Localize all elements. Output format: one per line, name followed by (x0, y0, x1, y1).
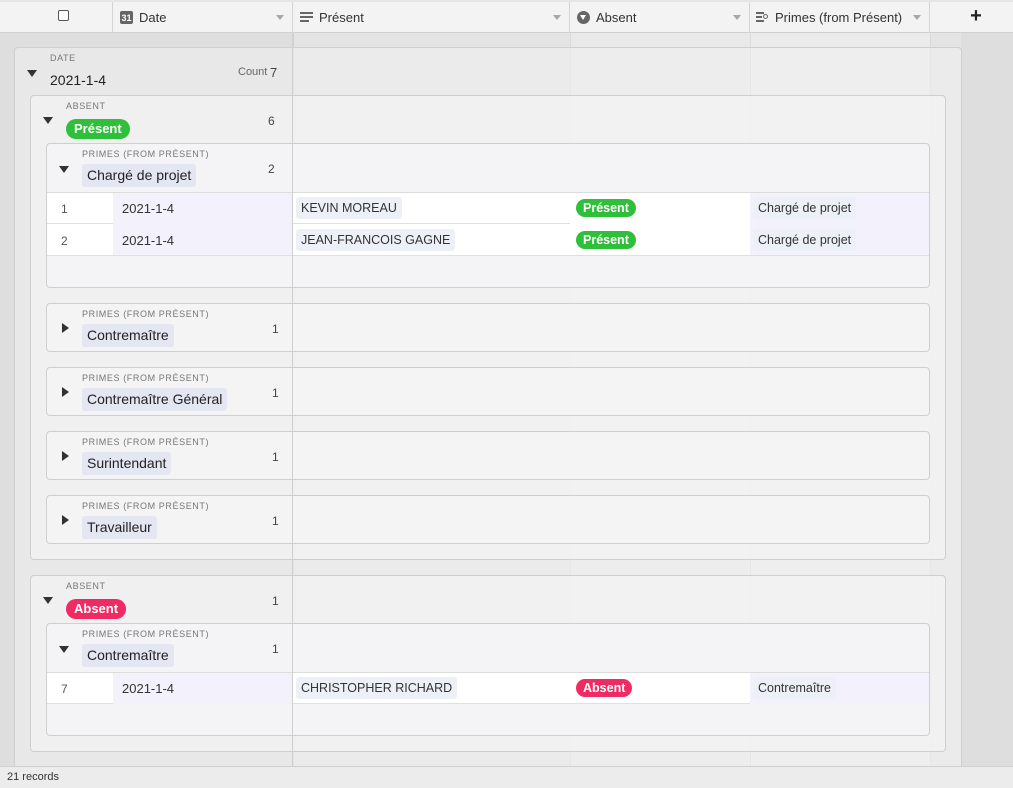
linked-record-tag[interactable]: CHRISTOPHER RICHARD (296, 677, 458, 699)
status-pill-present[interactable]: Présent (576, 231, 636, 249)
add-field-button[interactable]: + (966, 6, 986, 28)
subgroup-field-label: PRIMES (FROM PRÉSENT) (82, 437, 210, 447)
group-date-field-label: DATE (50, 53, 76, 63)
collapse-triangle-icon[interactable] (43, 597, 53, 604)
column-header-absent[interactable]: Absent (570, 2, 750, 33)
group-date-count: 7 (270, 65, 278, 80)
date-cell[interactable]: 2021-1-4 (122, 201, 174, 216)
subgroup-count: 1 (272, 514, 279, 528)
grid-header: 31 Date Présent Absent Primes (from Prés… (0, 0, 1013, 33)
subgroup-field-label: PRIMES (FROM PRÉSENT) (82, 373, 210, 383)
column-divider (292, 33, 293, 788)
subgroup-count: 2 (268, 162, 275, 176)
column-header-present-label: Présent (319, 10, 364, 25)
group-absent-count: 1 (272, 594, 279, 608)
select-all-cell[interactable] (0, 2, 113, 33)
column-header-primes-label: Primes (from Présent) (775, 10, 903, 25)
status-bar: 21 records (0, 766, 1013, 788)
row-number: 2 (61, 234, 68, 248)
date-cell[interactable]: 2021-1-4 (122, 681, 174, 696)
status-pill-present[interactable]: Présent (576, 199, 636, 217)
subgroup-tag: Surintendant (82, 452, 172, 475)
subgroup-count: 1 (272, 642, 279, 656)
lookup-tag: Chargé de projet (753, 197, 857, 219)
subgroup-field-label: PRIMES (FROM PRÉSENT) (82, 501, 210, 511)
status-pill-present: Présent (66, 119, 130, 139)
calendar-icon: 31 (120, 11, 133, 24)
record-count: 21 records (7, 771, 59, 783)
expand-triangle-icon[interactable] (62, 387, 69, 397)
group-absent-field-label: ABSENT (66, 581, 106, 591)
chevron-down-icon[interactable] (276, 15, 284, 20)
collapse-triangle-icon[interactable] (59, 166, 69, 173)
subgroup-tag: Contremaître (82, 644, 174, 667)
expand-triangle-icon[interactable] (62, 515, 69, 525)
column-header-date[interactable]: 31 Date (113, 2, 293, 33)
chevron-down-icon[interactable] (733, 15, 741, 20)
chevron-down-icon[interactable] (553, 15, 561, 20)
subgroup-tag: Contremaître Général (82, 388, 228, 411)
subgroup-count: 1 (272, 450, 279, 464)
row-number: 7 (61, 682, 68, 696)
link-field-icon (300, 11, 313, 24)
subgroup-field-label: PRIMES (FROM PRÉSENT) (82, 309, 210, 319)
subgroup-count: 1 (272, 386, 279, 400)
lookup-icon (756, 11, 769, 24)
subgroup-count: 1 (272, 322, 279, 336)
status-pill-absent: Absent (66, 599, 127, 619)
subgroup-tag: Chargé de projet (82, 164, 197, 187)
select-all-checkbox[interactable] (58, 10, 69, 21)
row-number: 1 (61, 202, 68, 216)
expand-triangle-icon[interactable] (62, 451, 69, 461)
group-date-count-label: Count (238, 66, 268, 78)
column-header-primes[interactable]: Primes (from Présent) (750, 2, 930, 33)
subgroup-field-label: PRIMES (FROM PRÉSENT) (82, 149, 210, 159)
column-header-absent-label: Absent (596, 10, 637, 25)
collapse-triangle-icon[interactable] (43, 117, 53, 124)
group-present-count: 6 (268, 114, 275, 128)
column-header-present[interactable]: Présent (293, 2, 570, 33)
column-header-date-label: Date (139, 10, 167, 25)
lookup-tag: Contremaître (753, 677, 836, 699)
lookup-tag: Chargé de projet (753, 229, 857, 251)
subgroup-tag: Travailleur (82, 516, 157, 539)
single-select-icon (577, 11, 590, 24)
subgroup-field-label: PRIMES (FROM PRÉSENT) (82, 629, 210, 639)
expand-triangle-icon[interactable] (62, 323, 69, 333)
group-present-field-label: ABSENT (66, 101, 106, 111)
linked-record-tag[interactable]: KEVIN MOREAU (296, 197, 402, 219)
chevron-down-icon[interactable] (913, 15, 921, 20)
collapse-triangle-icon[interactable] (27, 70, 37, 77)
status-pill-absent[interactable]: Absent (576, 679, 633, 697)
linked-record-tag[interactable]: JEAN-FRANCOIS GAGNE (296, 229, 456, 251)
group-date-value: 2021-1-4 (50, 72, 107, 88)
collapse-triangle-icon[interactable] (59, 646, 69, 653)
date-cell[interactable]: 2021-1-4 (122, 233, 174, 248)
subgroup-tag: Contremaître (82, 324, 174, 347)
